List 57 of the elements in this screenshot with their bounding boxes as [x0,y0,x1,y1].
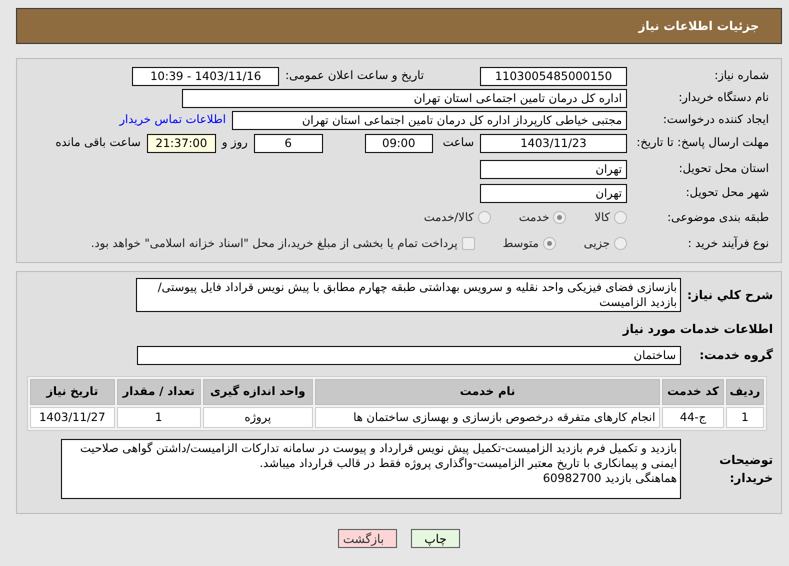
checkbox-label: پرداخت تمام یا بخشی از مبلغ خرید،از محل "اسناد خزانه اسلامی" خواهد بود. [90,234,458,252]
field-label: ایجاد کننده درخواست: [662,111,770,128]
radio-label: کالا [594,208,610,226]
back-button[interactable]: بازگشت [338,529,397,548]
column-header: واحد اندازه گیری [202,379,313,405]
service-group-field[interactable]: ساختمان [137,346,681,364]
field-label: توضیحات خریدار: [718,452,773,487]
print-button[interactable]: چاپ [411,529,460,548]
field-label: گروه خدمت: [698,347,773,364]
radio-label: کالا/خدمت [424,208,474,226]
column-header: کد خدمت [662,379,724,405]
field-label: تاریخ و ساعت اعلان عمومی: [285,67,424,84]
table-cell: 1403/11/27 [30,407,115,428]
column-header: ردیف [726,379,764,405]
deadline-time-field[interactable]: 09:00 [364,134,433,153]
field-label: مهلت ارسال پاسخ: تا تاریخ: [635,134,770,151]
field-label: استان محل تحویل: [678,160,770,178]
radio-button[interactable] [478,211,491,224]
field-label: نوع فرآیند خرید : [686,234,770,252]
remaining-time-field[interactable]: 21:37:00 [146,134,216,153]
radio-label: خدمت [518,208,550,226]
radio-label: متوسط [502,234,539,252]
table-cell: انجام کارهای متفرقه درخصوص بازسازی و بهسازی ساختمان ها [314,407,660,428]
field-label: ساعت [442,134,474,151]
buyer-org-field[interactable]: اداره کل درمان تامین اجتماعی استان تهران [182,88,627,108]
page-title: جزئیات اطلاعات نیاز [638,18,759,35]
buyer-notes-text-area[interactable]: بازدید و تکمیل فرم بازدید الزامیست-تکمیل پیش نویس قرارداد و پیوست در سامانه تدارکات الزامیست/داشتن گواهی صلاحیت ایمنی و پیمانکاری با تاریخ معتبر الزامیست-واگذاری پروژه فقط در قالب قرارداد میباشد. هماهنگی بازدید 60982700 [61,439,681,499]
column-header: تعداد / مقدار [116,379,201,405]
announce-date-field[interactable]: 1403/11/16 - 10:39 [132,66,280,86]
radio-button[interactable] [553,211,566,224]
table-cell: ج-44 [662,407,724,428]
column-header: تاریخ نیاز [30,379,115,405]
requester-field[interactable]: مجتبی خیاطی کارپرداز اداره کل درمان تامین اجتماعی استان تهران [232,110,627,130]
buyer-contact-link[interactable]: اطلاعات تماس خریدار [119,111,226,129]
radio-button[interactable] [542,237,556,250]
description-text-area[interactable]: بازسازی فضای فیزیکی واحد نقلیه و سرویس بهداشتی طبقه چهارم مطابق با پیش نویس قراداد فایل پیوستی/بازدید الزامیست [136,278,681,312]
deadline-date-field[interactable]: 1403/11/23 [480,134,627,153]
need-number-field[interactable]: 1103005485000150 [480,66,627,86]
section-heading: اطلاعات خدمات مورد نياز [621,321,773,338]
days-field[interactable]: 6 [254,134,323,153]
province-field[interactable]: تهران [480,160,627,178]
radio-button[interactable] [614,211,627,224]
field-label: شماره نیاز: [713,67,770,84]
field-label: ساعت باقی مانده [56,134,141,151]
field-label: شهر محل تحویل: [684,184,770,202]
field-label: طبقه بندی موضوعی: [666,208,770,226]
radio-label: جزیی [584,234,610,252]
table-cell: 1 [116,407,201,428]
field-label: شرح کلي نياز: [687,287,773,304]
field-label: روز و [222,134,248,151]
table-cell: 1 [726,407,764,428]
field-label: نام دستگاه خریدار: [677,89,770,106]
column-header: نام خدمت [314,379,660,405]
radio-button[interactable] [614,237,627,250]
checkbox[interactable] [462,237,475,250]
table-cell: پروژه [202,407,313,428]
city-field[interactable]: تهران [480,184,627,202]
